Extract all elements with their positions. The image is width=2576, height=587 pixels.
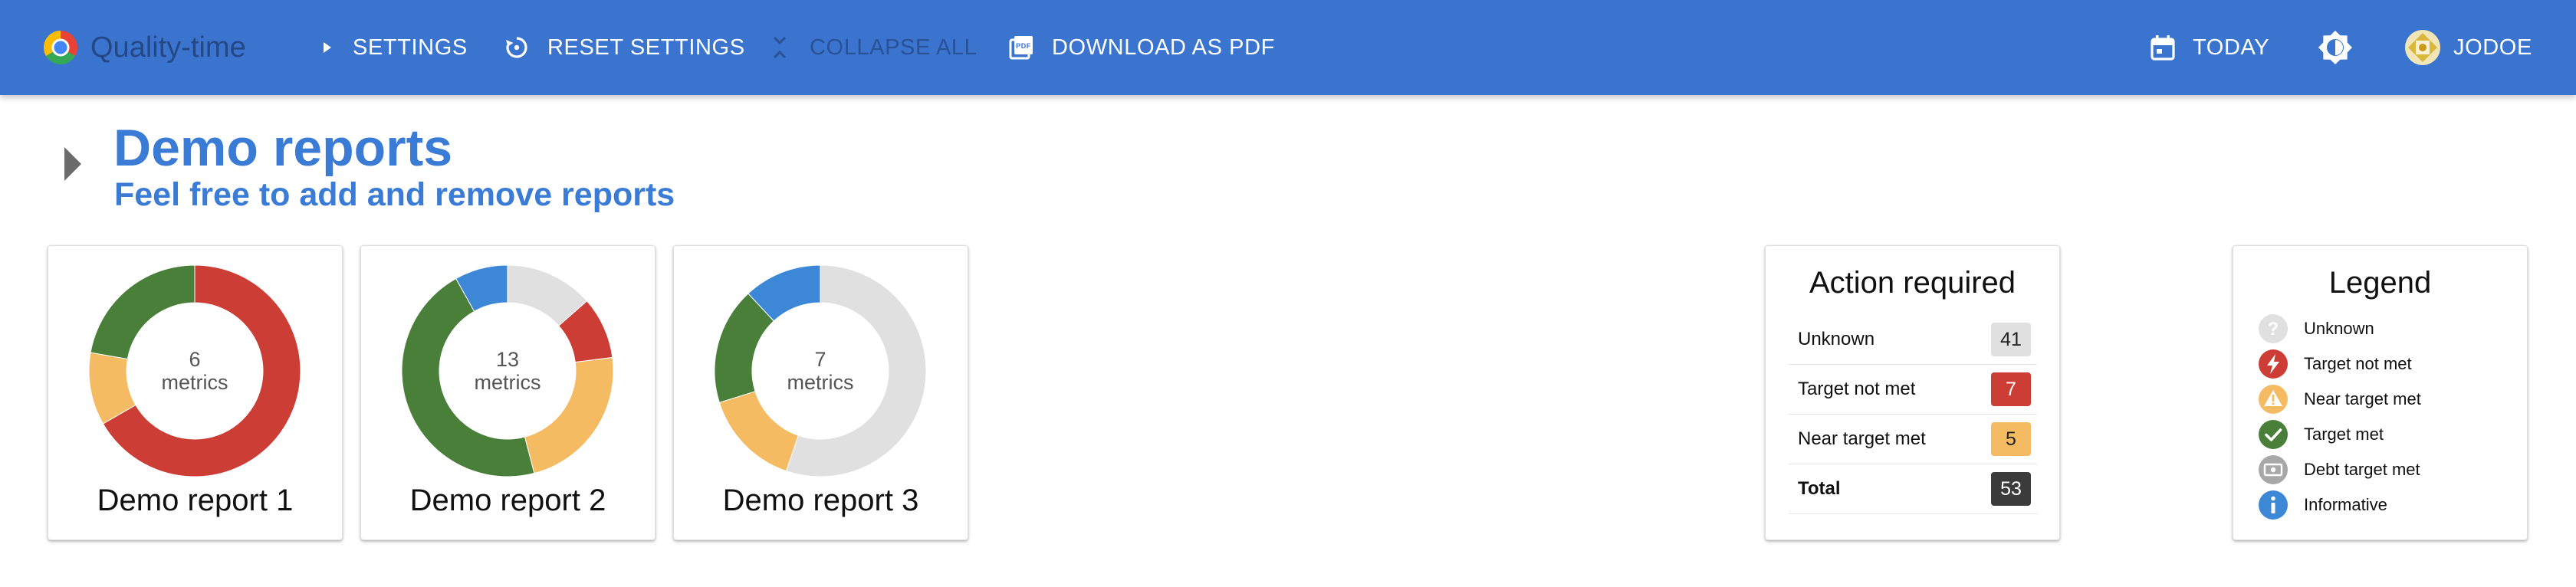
user-name: JODOE <box>2453 34 2532 60</box>
question-icon: ? <box>2259 314 2288 343</box>
reset-settings-label: RESET SETTINGS <box>547 34 745 60</box>
info-icon <box>2259 490 2288 520</box>
date-picker-button[interactable]: TODAY <box>2150 0 2269 95</box>
check-icon <box>2259 420 2288 449</box>
reset-icon <box>506 37 527 58</box>
lightning-icon <box>2259 349 2288 379</box>
legend-label: Target met <box>2304 425 2384 444</box>
report-donut-chart <box>401 264 614 477</box>
report-card[interactable]: 7 metrics Demo report 3 <box>673 245 968 540</box>
date-label: TODAY <box>2193 34 2270 60</box>
download-pdf-button[interactable]: PDF DOWNLOAD AS PDF <box>1007 0 1275 95</box>
svg-text:PDF: PDF <box>1016 42 1031 50</box>
action-label: Target not met <box>1789 364 1975 415</box>
brand-home-link[interactable]: Quality-time <box>41 0 246 95</box>
reports-overview-header: Demo reports Feel free to add and remove… <box>0 95 2576 233</box>
donut-segment-target-met <box>90 264 196 360</box>
action-label: Near target met <box>1789 414 1975 464</box>
legend-item: Debt target met <box>2258 452 2421 487</box>
legend-item: Target not met <box>2258 346 2421 382</box>
donut-segment-near-target-met <box>524 356 614 474</box>
collapse-all-button[interactable]: COLLAPSE ALL <box>770 0 977 95</box>
warning-icon <box>2259 385 2288 414</box>
report-card[interactable]: 6 metrics Demo report 1 <box>48 245 343 540</box>
count-badge: 7 <box>1991 372 2031 406</box>
theme-toggle-button[interactable] <box>2317 0 2354 95</box>
legend-label: Target not met <box>2304 354 2412 373</box>
pdf-icon: PDF <box>1009 36 1033 60</box>
brand-name: Quality-time <box>90 31 246 64</box>
report-donut-chart <box>88 264 301 477</box>
report-donut-chart <box>714 264 927 477</box>
count-badge: 41 <box>1991 323 2031 356</box>
user-menu-button[interactable]: JODOE <box>2404 0 2532 95</box>
action-required-card: Action required Unknown 41 Target not me… <box>1765 245 2060 540</box>
svg-text:?: ? <box>2268 319 2279 339</box>
report-card[interactable]: 13 metrics Demo report 2 <box>360 245 656 540</box>
legend-item: Target met <box>2258 417 2421 452</box>
brightness-icon <box>2318 31 2352 64</box>
download-pdf-label: DOWNLOAD AS PDF <box>1052 34 1275 60</box>
count-badge: 5 <box>1991 422 2031 456</box>
count-badge: 53 <box>1991 472 2031 506</box>
action-required-table: Unknown 41 Target not met 7 Near target … <box>1789 315 2037 514</box>
action-required-title: Action required <box>1809 266 2016 300</box>
legend-card: Legend ? Unknown Target not met Near tar… <box>2233 245 2528 540</box>
calendar-icon <box>2150 35 2175 61</box>
action-label: Total <box>1789 464 1975 514</box>
legend-list: ? Unknown Target not met Near target met <box>2258 311 2421 523</box>
page-subtitle: Feel free to add and remove reports <box>114 176 675 213</box>
legend-label: Informative <box>2304 495 2387 514</box>
page-title: Demo reports <box>113 119 453 177</box>
action-row-near-target-met[interactable]: Near target met 5 <box>1789 414 2037 464</box>
action-row-target-not-met[interactable]: Target not met 7 <box>1789 364 2037 415</box>
legend-label: Debt target met <box>2304 460 2420 479</box>
legend-label: Near target met <box>2304 389 2421 408</box>
legend-label: Unknown <box>2304 319 2374 338</box>
report-title: Demo report 1 <box>97 484 294 517</box>
settings-button[interactable]: SETTINGS <box>320 0 468 95</box>
expand-caret-icon[interactable] <box>60 144 84 184</box>
money-icon <box>2259 455 2288 484</box>
avatar <box>2405 30 2440 65</box>
report-title: Demo report 2 <box>409 484 606 517</box>
legend-title: Legend <box>2328 266 2432 300</box>
app-bar: Quality-time SETTINGS RESET SETTINGS COL… <box>0 0 2576 95</box>
donut-segment-target-met <box>401 277 535 477</box>
collapse-icon <box>773 36 787 59</box>
action-row-unknown[interactable]: Unknown 41 <box>1789 315 2037 365</box>
legend-item: ? Unknown <box>2258 311 2421 346</box>
quality-time-logo-icon <box>44 31 77 64</box>
legend-item: Near target met <box>2258 382 2421 417</box>
action-label: Unknown <box>1789 315 1975 365</box>
legend-item: Informative <box>2258 487 2421 523</box>
settings-label: SETTINGS <box>353 34 468 60</box>
caret-right-icon <box>324 42 331 53</box>
report-title: Demo report 3 <box>722 484 919 517</box>
reset-settings-button[interactable]: RESET SETTINGS <box>503 0 745 95</box>
collapse-all-label: COLLAPSE ALL <box>810 34 978 60</box>
action-row-total: Total 53 <box>1789 464 2037 514</box>
donut-segment-near-target-met <box>718 391 799 472</box>
